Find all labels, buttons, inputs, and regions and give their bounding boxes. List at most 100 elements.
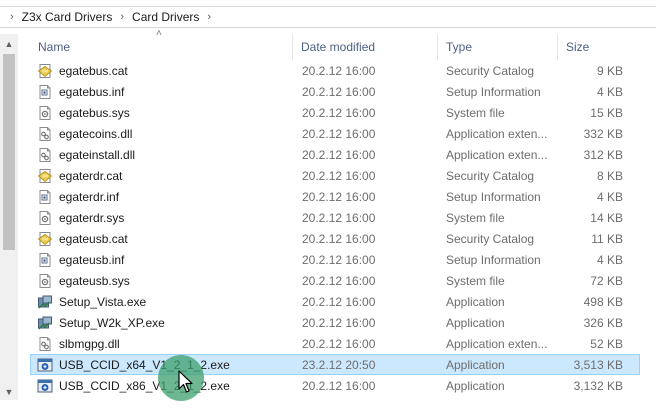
file-name-cell[interactable]: egateusb.inf [31,250,293,269]
chevron-right-icon: › [120,11,125,23]
file-size: 15 KB [590,105,623,120]
file-date: 20.2.12 16:00 [302,189,376,204]
file-type: Application [446,378,505,393]
chevron-right-icon: › [10,11,14,23]
file-name: slbmgpg.dll [59,336,120,351]
vertical-scrollbar[interactable]: ▲ ▼ [0,34,18,400]
chevron-right-icon: › [207,11,212,23]
file-type: Application exten... [446,147,548,162]
column-header-size-label: Size [566,40,590,54]
file-type: Application [446,294,505,309]
file-type: Application exten... [446,126,548,141]
breadcrumb-item-card-drivers[interactable]: Card Drivers [128,10,203,24]
file-name: egaterdr.inf [59,189,120,204]
file-row[interactable]: egaterdr.inf 20.2.12 16:00 Setup Informati… [30,186,640,207]
file-size: 498 KB [583,294,623,309]
file-row[interactable]: egatebus.inf 20.2.12 16:00 Setup Informati… [30,81,640,102]
file-date: 20.2.12 16:00 [302,336,376,351]
file-size: 3,513 KB [573,357,623,372]
column-header-size[interactable]: Size [557,34,632,60]
sort-ascending-icon: ˄ [156,28,162,39]
column-header-type[interactable]: Type [437,34,557,60]
file-date: 20.2.12 16:00 [302,126,376,141]
file-size: 4 KB [596,84,623,99]
scroll-thumb[interactable] [3,54,15,250]
file-type: Setup Information [446,189,541,204]
file-row[interactable]: Setup_W2k_XP.exe 20.2.12 16:00 Application… [30,312,640,333]
file-name: Setup_Vista.exe [59,294,147,309]
file-date: 20.2.12 16:00 [302,378,376,393]
file-row[interactable]: egaterdr.cat 20.2.12 16:00 Security Catalo… [30,165,640,186]
file-name: egaterdr.sys [59,210,125,225]
file-name: egateusb.inf [59,252,125,267]
file-name: egatecoins.dll [59,126,133,141]
file-name-cell[interactable]: egateusb.cat [31,229,293,248]
file-type: System file [446,105,505,120]
file-size: 4 KB [596,189,623,204]
file-row[interactable]: egateusb.inf 20.2.12 16:00 Setup Informati… [30,249,640,270]
file-size: 3,132 KB [573,378,623,393]
column-header-date[interactable]: Date modified [292,34,437,60]
file-row[interactable]: egatebus.sys 20.2.12 16:00 System file 15 K… [30,102,640,123]
file-name-cell[interactable]: egateusb.sys [31,271,293,290]
catalog-icon [37,231,53,247]
file-row[interactable]: slbmgpg.dll 20.2.12 16:00 Application exte… [30,333,640,354]
scroll-down-icon[interactable]: ▼ [0,384,18,400]
file-row[interactable]: Setup_Vista.exe 20.2.12 16:00 Application 4… [30,291,640,312]
dll-icon [37,336,53,352]
dll-icon [37,147,53,163]
file-name: USB_CCID_x64_V1_2_1_2.exe [59,357,230,372]
file-name: egatebus.cat [59,63,128,78]
file-name-cell[interactable]: egatebus.inf [31,82,293,101]
file-row[interactable]: egaterdr.sys 20.2.12 16:00 System file 14 K… [30,207,640,228]
file-type: Security Catalog [446,231,535,246]
file-date: 23.2.12 20:50 [302,357,376,372]
file-date: 20.2.12 16:00 [302,84,376,99]
column-header-name[interactable]: Name ˄ [30,28,292,60]
file-name: egateusb.sys [59,273,130,288]
file-name: USB_CCID_x86_V1_2_1_2.exe [59,378,230,393]
file-date: 20.2.12 16:00 [302,294,376,309]
catalog-icon [37,63,53,79]
file-name-cell[interactable]: egaterdr.inf [31,187,293,206]
file-date: 20.2.12 16:00 [302,147,376,162]
setup-info-icon [37,252,53,268]
file-name: egateinstall.dll [59,147,136,162]
file-type: Application [446,357,505,372]
breadcrumb-item-z3x-card-drivers[interactable]: Z3x Card Drivers [18,10,117,24]
file-row[interactable]: egateusb.sys 20.2.12 16:00 System file 72 K… [30,270,640,291]
file-name: Setup_W2k_XP.exe [59,315,165,330]
file-size: 326 KB [583,315,623,330]
file-date: 20.2.12 16:00 [302,168,376,183]
file-size: 332 KB [583,126,623,141]
file-name-cell[interactable]: egateinstall.dll [31,145,293,164]
file-name-cell[interactable]: Setup_W2k_XP.exe [31,313,293,332]
installer-exe-icon [37,378,53,394]
file-name-cell[interactable]: egatebus.cat [31,61,293,80]
breadcrumb[interactable]: › Z3x Card Drivers › Card Drivers › [0,6,656,28]
file-name-cell[interactable]: egatebus.sys [31,103,293,122]
mouse-pointer-icon [178,370,194,394]
file-type: Security Catalog [446,63,535,78]
file-row[interactable]: egateinstall.dll 20.2.12 16:00 Application… [30,144,640,165]
column-header-name-label: Name [38,40,71,54]
dll-icon [37,126,53,142]
file-row[interactable]: USB_CCID_x86_V1_2_1_2.exe 20.2.12 16:00 Ap… [30,375,640,396]
file-name-cell[interactable]: slbmgpg.dll [31,334,293,353]
file-name-cell[interactable]: Setup_Vista.exe [31,292,293,311]
file-row[interactable]: egateusb.cat 20.2.12 16:00 Security Catalo… [30,228,640,249]
file-size: 4 KB [596,252,623,267]
setup-info-icon [37,189,53,205]
file-row[interactable]: USB_CCID_x64_V1_2_1_2.exe 23.2.12 20:50 Ap… [30,354,640,375]
column-header-type-label: Type [446,40,473,54]
file-size: 8 KB [596,168,623,183]
file-row[interactable]: egatebus.cat 20.2.12 16:00 Security Catalo… [30,60,640,81]
file-name-cell[interactable]: egaterdr.sys [31,208,293,227]
file-name-cell[interactable]: egatecoins.dll [31,124,293,143]
file-rows: egatebus.cat 20.2.12 16:00 Security Catalo… [30,60,640,396]
column-header-row: Name ˄ Date modified Type Size [30,28,640,60]
file-type: Setup Information [446,84,541,99]
file-name-cell[interactable]: egaterdr.cat [31,166,293,185]
scroll-up-icon[interactable]: ▲ [0,36,18,52]
file-row[interactable]: egatecoins.dll 20.2.12 16:00 Application e… [30,123,640,144]
